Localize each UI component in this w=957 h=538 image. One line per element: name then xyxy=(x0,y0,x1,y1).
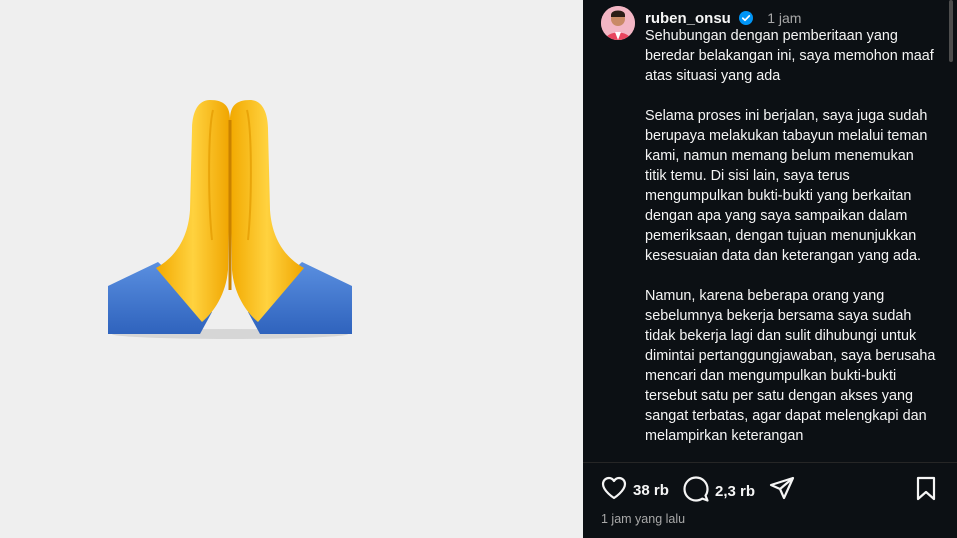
save-button[interactable] xyxy=(915,476,937,507)
like-count[interactable]: 38 rb xyxy=(633,482,669,499)
comment-icon[interactable] xyxy=(683,476,709,507)
comment-button[interactable]: 2,3 rb xyxy=(683,476,755,507)
heart-icon[interactable] xyxy=(601,476,627,505)
username-link[interactable]: ruben_onsu xyxy=(645,10,731,27)
share-button[interactable] xyxy=(769,476,795,505)
post-panel: ruben_onsu 1 jam Sehubungan dengan pembe… xyxy=(583,0,957,538)
caption-scrollbar[interactable] xyxy=(949,0,953,62)
avatar[interactable] xyxy=(601,6,635,40)
share-icon[interactable] xyxy=(769,476,795,505)
folded-hands-emoji xyxy=(100,90,360,340)
post-media[interactable] xyxy=(0,0,583,538)
caption-paragraph: Selama proses ini berjalan, saya juga su… xyxy=(645,108,928,264)
divider xyxy=(583,462,957,463)
bookmark-icon[interactable] xyxy=(915,476,937,507)
like-button[interactable]: 38 rb xyxy=(601,476,669,505)
post-caption: Sehubungan dengan pemberitaan yang bered… xyxy=(645,26,937,462)
caption-paragraph: Namun, karena beberapa orang yang sebelu… xyxy=(645,288,936,444)
comment-count[interactable]: 2,3 rb xyxy=(715,483,755,500)
post-time[interactable]: 1 jam xyxy=(767,10,801,26)
caption-paragraph: Sehubungan dengan pemberitaan yang bered… xyxy=(645,28,934,84)
action-bar: 38 rb 2,3 rb xyxy=(601,476,937,506)
post-timestamp[interactable]: 1 jam yang lalu xyxy=(601,512,685,526)
